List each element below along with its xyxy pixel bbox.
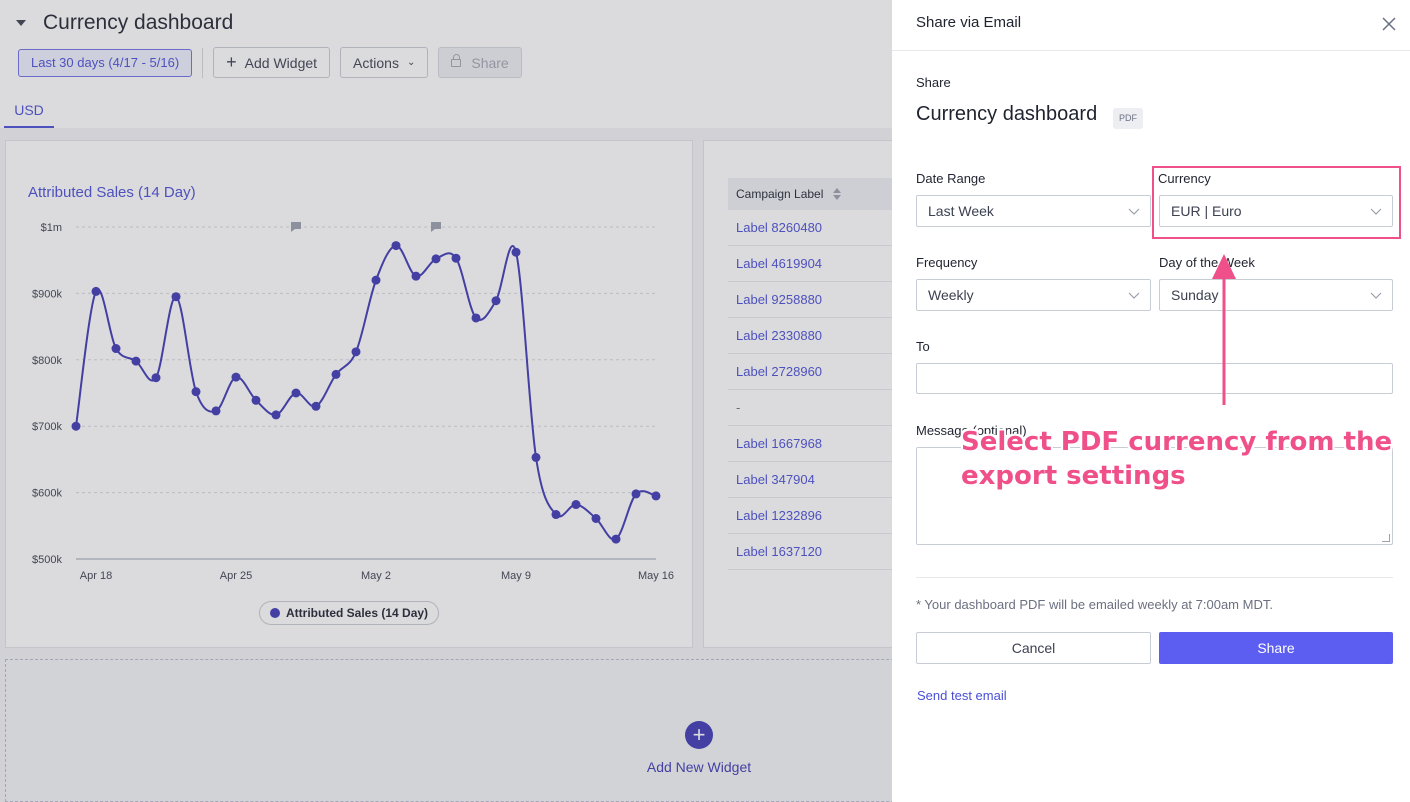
annotation-arrow-icon [1212,254,1236,405]
annotation-callout: Select PDF currency from the export sett… [961,427,1393,491]
